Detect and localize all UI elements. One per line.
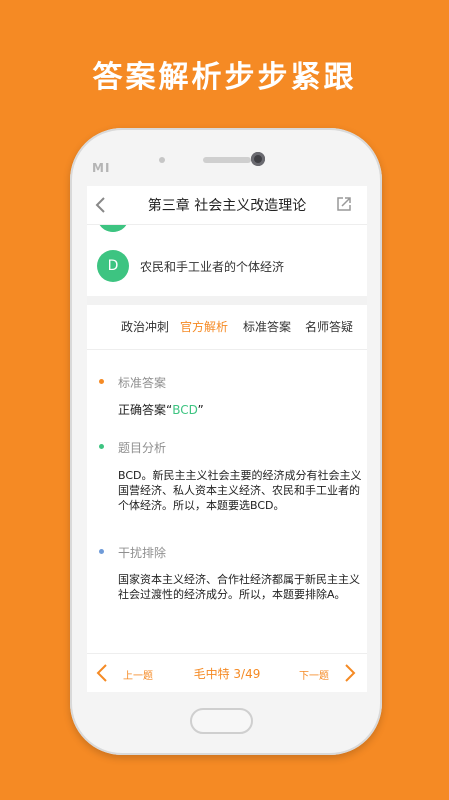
chevron-right-icon[interactable] — [344, 663, 356, 683]
elimination-body: 国家资本主义经济、合作社经济都属于新民主主义社会过渡性的经济成分。所以，本题要排… — [118, 573, 360, 601]
option-text: 农民和手工业者的个体经济 — [140, 260, 285, 274]
tab-standard-answer[interactable]: 标准答案 — [243, 318, 291, 335]
analysis-dot — [99, 444, 104, 449]
section-separator — [87, 296, 367, 305]
elimination-heading: 干扰排除 — [118, 546, 167, 560]
page-title: 第三章 社会主义改造理论 — [147, 198, 307, 214]
standard-answer-dot — [99, 379, 104, 384]
navbar: 第三章 社会主义改造理论 — [87, 186, 367, 225]
standard-answer-heading: 标准答案 — [118, 376, 167, 390]
phone-sensor — [159, 157, 165, 163]
answer-suffix: ” — [197, 403, 204, 417]
tab-teacher-qa[interactable]: 名师答疑 — [305, 318, 353, 335]
app-screen: 第三章 社会主义改造理论 D 农民和手工业者的个体经济 政治冲刺 官方解析 标准… — [87, 186, 367, 692]
phone-camera — [251, 152, 265, 166]
standard-answer-text: 正确答案“BCD” — [118, 403, 364, 418]
question-footer: 上一题 毛中特 3/49 下一题 — [87, 653, 367, 692]
phone-brand-logo: MI — [92, 161, 111, 175]
option-letter: D — [97, 250, 129, 282]
phone-home-button[interactable] — [190, 708, 253, 734]
analysis-heading: 题目分析 — [118, 441, 167, 455]
elimination-dot — [99, 549, 104, 554]
phone-speaker — [203, 157, 251, 163]
tab-bar: 政治冲刺 官方解析 标准答案 名师答疑 — [87, 314, 367, 344]
tab-official-analysis[interactable]: 官方解析 — [180, 318, 228, 335]
tabs-divider — [87, 349, 367, 350]
answer-prefix: 正确答案“ — [118, 403, 173, 417]
promo-title: 答案解析步步紧跟 — [92, 60, 357, 95]
option-d-row[interactable]: D 农民和手工业者的个体经济 — [87, 248, 367, 288]
answer-value: BCD — [172, 403, 198, 417]
tab-politics-sprint[interactable]: 政治冲刺 — [121, 318, 169, 335]
analysis-body: BCD。新民主主义社会主要的经济成分有社会主义国营经济、私人资本主义经济、农民和… — [118, 469, 362, 512]
share-icon[interactable] — [335, 195, 353, 213]
next-question-button[interactable]: 下一题 — [299, 667, 329, 682]
